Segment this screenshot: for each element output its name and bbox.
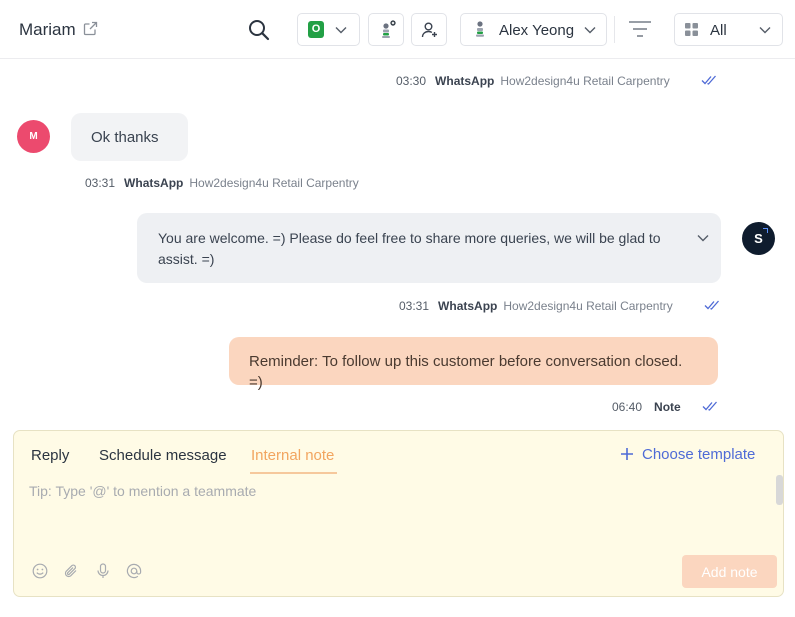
assign-user-button[interactable] xyxy=(411,13,447,46)
contact-name[interactable]: Mariam xyxy=(19,20,76,40)
avatar: S xyxy=(742,222,775,255)
avatar-initial: S xyxy=(754,231,763,246)
assignee-dropdown[interactable]: Alex Yeong xyxy=(460,13,607,46)
message-channel: WhatsApp xyxy=(435,74,495,88)
external-link-icon[interactable] xyxy=(83,21,98,36)
message-time: 06:40 xyxy=(612,400,643,414)
message-meta: 06:40 Note xyxy=(612,400,681,414)
message-time: 03:31 xyxy=(85,176,116,190)
tab-schedule-message[interactable]: Schedule message xyxy=(99,447,227,464)
header-divider xyxy=(614,16,615,43)
status-badge: O xyxy=(308,21,324,38)
assignee-name: Alex Yeong xyxy=(499,22,575,39)
message-account: How2design4u Retail Carpentry xyxy=(500,74,670,88)
message-text: Ok thanks xyxy=(91,129,159,146)
message-channel: WhatsApp xyxy=(438,299,498,313)
message-channel: WhatsApp xyxy=(124,176,184,190)
outgoing-message-bubble: You are welcome. =) Please do feel free … xyxy=(137,213,721,283)
message-time: 03:30 xyxy=(396,74,427,88)
emoji-icon[interactable] xyxy=(32,563,48,579)
scrollbar[interactable] xyxy=(776,475,783,505)
status-dropdown[interactable]: O xyxy=(297,13,360,46)
chevron-down-icon xyxy=(759,27,771,34)
filter-label: All xyxy=(710,22,727,39)
add-note-button[interactable]: Add note xyxy=(682,555,777,588)
mention-icon[interactable] xyxy=(126,563,142,579)
internal-note-bubble: Reminder: To follow up this customer bef… xyxy=(229,337,718,391)
message-composer: Reply Schedule message Internal note Cho… xyxy=(13,430,784,597)
choose-template-button[interactable]: Choose template xyxy=(642,446,755,463)
chevron-down-icon xyxy=(584,27,596,34)
message-meta: 03:31 WhatsApp How2design4u Retail Carpent… xyxy=(85,176,359,190)
tab-reply[interactable]: Reply xyxy=(31,447,69,464)
message-channel: Note xyxy=(654,400,681,414)
view-filter-dropdown[interactable]: All xyxy=(674,13,783,46)
read-ticks-icon xyxy=(701,75,716,85)
plus-icon[interactable] xyxy=(620,447,634,461)
add-user-icon xyxy=(421,22,437,38)
ai-agent-button[interactable] xyxy=(368,13,404,46)
message-text: Reminder: To follow up this customer bef… xyxy=(249,353,683,391)
microphone-icon[interactable] xyxy=(95,563,111,579)
message-time: 03:31 xyxy=(399,299,430,313)
incoming-message-bubble: Ok thanks xyxy=(71,113,188,161)
conversation-header: Mariam O Alex Yeong All xyxy=(0,0,795,59)
message-text: You are welcome. =) Please do feel free … xyxy=(158,230,661,267)
message-options-chevron-icon[interactable] xyxy=(697,234,709,242)
arrow-icon xyxy=(763,228,768,233)
message-meta: 03:31 WhatsApp How2design4u Retail Carpent… xyxy=(399,299,673,313)
filter-icon[interactable] xyxy=(628,20,652,38)
note-input[interactable] xyxy=(29,483,729,543)
message-account: How2design4u Retail Carpentry xyxy=(503,299,673,313)
read-ticks-icon xyxy=(704,300,719,310)
attachment-icon[interactable] xyxy=(63,563,79,579)
active-tab-indicator xyxy=(250,472,337,474)
chevron-down-icon xyxy=(335,27,347,34)
tab-internal-note[interactable]: Internal note xyxy=(251,447,334,464)
message-meta: 03:30 WhatsApp How2design4u Retail Carpent… xyxy=(396,74,670,88)
message-account: How2design4u Retail Carpentry xyxy=(189,176,359,190)
avatar: M xyxy=(17,120,50,153)
agent-icon xyxy=(382,20,396,38)
agent-avatar-icon xyxy=(476,21,484,37)
grid-icon xyxy=(685,23,698,36)
search-icon[interactable] xyxy=(248,19,270,41)
read-ticks-icon xyxy=(702,401,717,411)
